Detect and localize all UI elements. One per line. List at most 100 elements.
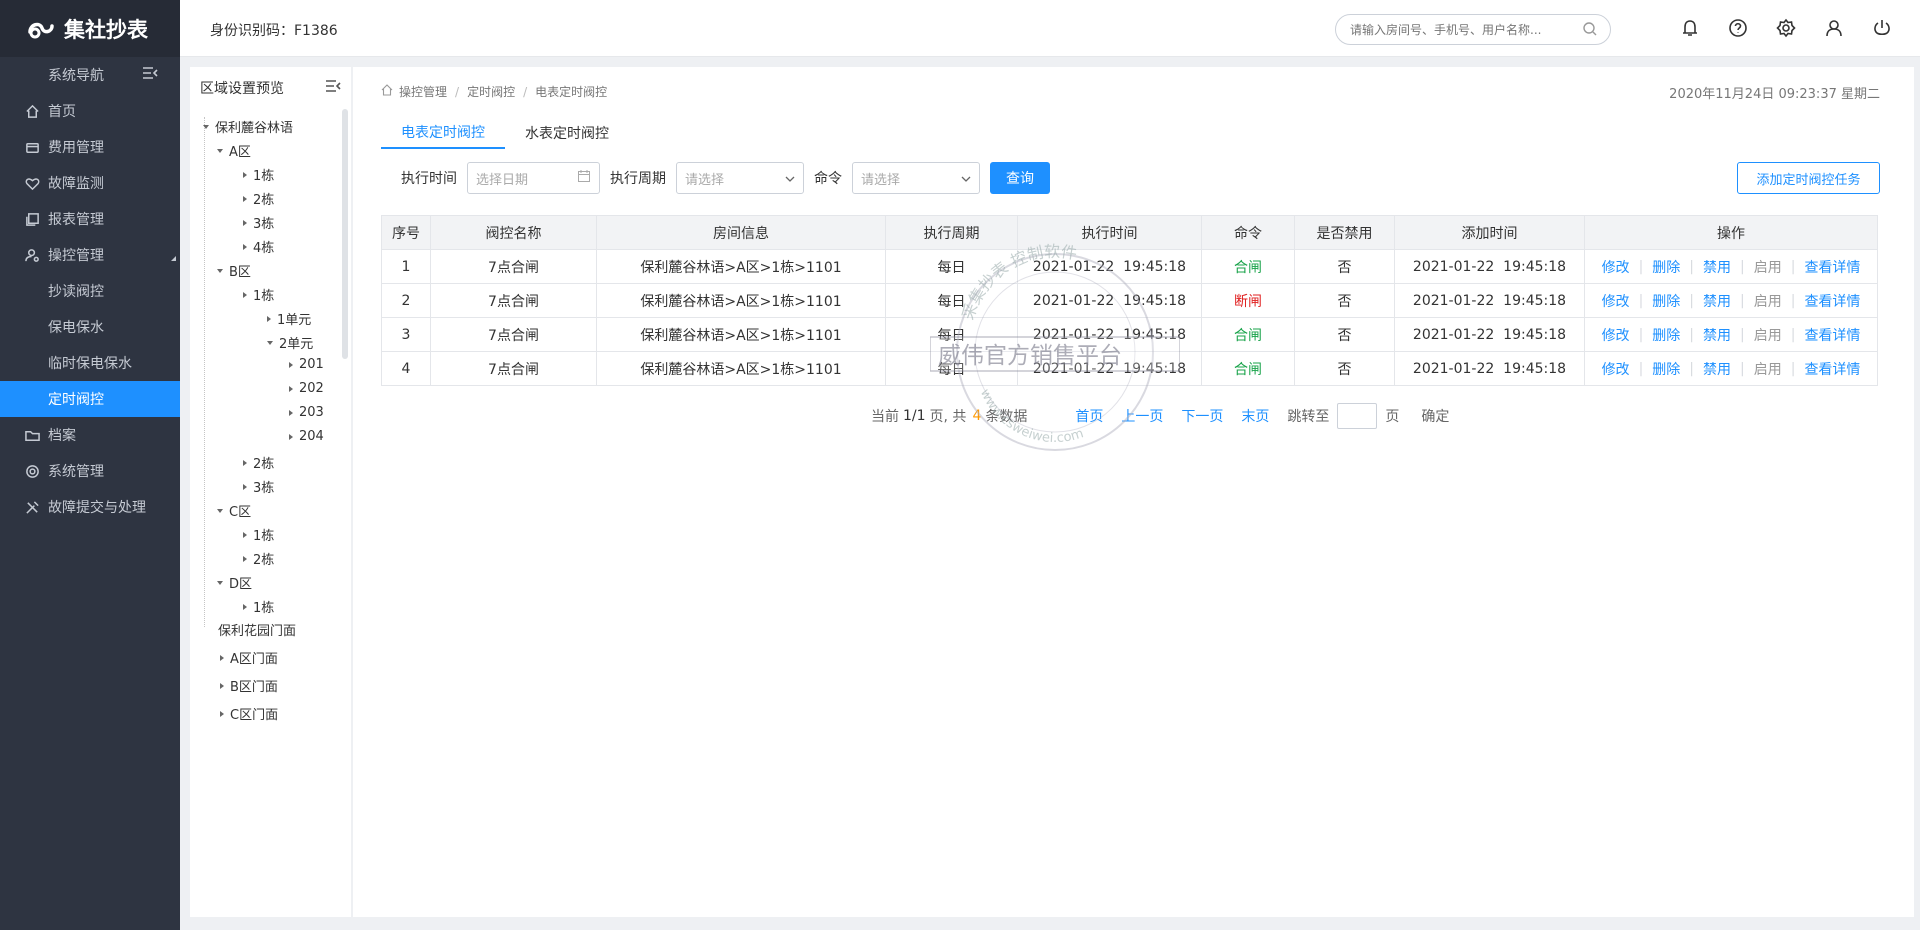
- sidebar-item-fault-submit[interactable]: 故障提交与处理: [0, 489, 180, 525]
- view-details-link[interactable]: 查看详情: [1804, 257, 1860, 277]
- tree-scrollbar[interactable]: [342, 109, 348, 359]
- sidebar-item-home[interactable]: 首页: [0, 93, 180, 129]
- last-page-link[interactable]: 末页: [1241, 406, 1269, 426]
- home-icon[interactable]: [381, 84, 393, 99]
- power-icon[interactable]: [1872, 18, 1894, 40]
- disable-link[interactable]: 禁用: [1703, 257, 1731, 277]
- tree-node[interactable]: 203: [289, 405, 324, 420]
- confirm-jump-button[interactable]: 确定: [1421, 406, 1449, 426]
- tree-node[interactable]: 202: [289, 381, 324, 396]
- tree-node-label: 2栋: [253, 457, 275, 472]
- gear-icon[interactable]: [1776, 18, 1798, 40]
- disable-link[interactable]: 禁用: [1703, 359, 1731, 379]
- cell-cycle: 每日: [885, 283, 1018, 318]
- delete-link[interactable]: 删除: [1652, 359, 1680, 379]
- sidebar-subitem-timed-valve[interactable]: 定时阀控: [0, 381, 180, 417]
- cell-command: 断闸: [1201, 283, 1295, 318]
- next-page-link[interactable]: 下一页: [1181, 406, 1223, 426]
- collapse-menu-icon[interactable]: [142, 66, 158, 84]
- tree-node[interactable]: 4栋: [243, 237, 274, 256]
- tree-node[interactable]: B区门面: [220, 676, 278, 695]
- tree-node[interactable]: 2栋: [243, 549, 274, 568]
- tree-node[interactable]: 1单元: [267, 309, 311, 328]
- table-row: 4 7点合闸 保利麓谷林语>A区>1栋>1101 每日 2021-01-22 1…: [381, 351, 1878, 386]
- command-select[interactable]: 请选择: [852, 162, 980, 194]
- tree-node[interactable]: A区门面: [220, 648, 278, 667]
- exec-time-picker[interactable]: 选择日期: [467, 162, 600, 194]
- edit-link[interactable]: 修改: [1602, 359, 1630, 379]
- pagination: 当前 1/1 页, 共 4 条数据 首页 上一页 下一页 末页 跳转至 页 确定: [871, 403, 1449, 429]
- view-details-link[interactable]: 查看详情: [1804, 325, 1860, 345]
- first-page-link[interactable]: 首页: [1075, 406, 1103, 426]
- tree-node[interactable]: 204: [289, 429, 324, 444]
- tree-node[interactable]: B区: [217, 261, 251, 280]
- sidebar-item-reports[interactable]: 报表管理: [0, 201, 180, 237]
- tree-node[interactable]: 201: [289, 357, 324, 372]
- delete-link[interactable]: 删除: [1652, 325, 1680, 345]
- sidebar-subitem-power-protect[interactable]: 保电保水: [0, 309, 180, 345]
- tree-node[interactable]: 2栋: [243, 189, 274, 208]
- tree-node[interactable]: 1栋: [243, 525, 274, 544]
- tab-electric-timed[interactable]: 电表定时阀控: [381, 117, 505, 149]
- tree-node[interactable]: C区: [217, 501, 251, 520]
- tree-node-label: 1栋: [253, 601, 275, 616]
- tab-water-timed[interactable]: 水表定时阀控: [505, 117, 629, 149]
- tree-node[interactable]: 2栋: [243, 453, 274, 472]
- sidebar-item-archive[interactable]: 档案: [0, 417, 180, 453]
- add-timed-task-button[interactable]: 添加定时阀控任务: [1737, 162, 1880, 194]
- sidebar-item-fees[interactable]: 费用管理: [0, 129, 180, 165]
- top-bar: 身份识别码：F1386: [180, 0, 1920, 57]
- brand-logo[interactable]: 集社抄表: [0, 0, 180, 57]
- delete-link[interactable]: 删除: [1652, 257, 1680, 277]
- tree-node[interactable]: 3栋: [243, 477, 274, 496]
- tree-node[interactable]: 1栋: [243, 165, 274, 184]
- tree-node[interactable]: 1栋: [243, 597, 274, 616]
- op-separator: |: [1740, 326, 1745, 343]
- sidebar-item-system[interactable]: 系统管理: [0, 453, 180, 489]
- select-placeholder: 请选择: [861, 172, 901, 188]
- tree-node[interactable]: D区: [217, 573, 252, 592]
- sidebar-subitem-read-valve[interactable]: 抄读阀控: [0, 273, 180, 309]
- exec-cycle-select[interactable]: 请选择: [676, 162, 804, 194]
- tree-node[interactable]: 保利麓谷林语: [203, 117, 293, 136]
- cell-command: 合闸: [1201, 351, 1295, 386]
- user-icon[interactable]: [1824, 18, 1846, 40]
- collapse-arrow-icon: [243, 219, 247, 226]
- edit-link[interactable]: 修改: [1602, 291, 1630, 311]
- query-button[interactable]: 查询: [990, 162, 1050, 194]
- edit-link[interactable]: 修改: [1602, 257, 1630, 277]
- prev-page-link[interactable]: 上一页: [1121, 406, 1163, 426]
- op-separator: |: [1740, 292, 1745, 309]
- sidebar-item-control[interactable]: 操控管理: [0, 237, 180, 273]
- heart-icon: [24, 175, 40, 191]
- tree-node[interactable]: 1栋: [243, 285, 274, 304]
- tree-node[interactable]: 2单元: [267, 333, 313, 352]
- breadcrumb-item[interactable]: 操控管理: [399, 83, 447, 100]
- collapse-tree-icon[interactable]: [325, 79, 341, 97]
- sidebar-item-label: 费用管理: [48, 140, 104, 156]
- delete-link[interactable]: 删除: [1652, 291, 1680, 311]
- tree-node[interactable]: A区: [217, 141, 251, 160]
- sidebar-subitem-temp-protect[interactable]: 临时保电保水: [0, 345, 180, 381]
- tree-node[interactable]: C区门面: [220, 704, 278, 723]
- search-icon[interactable]: [1582, 21, 1598, 37]
- bell-icon[interactable]: [1680, 18, 1702, 40]
- tree-node[interactable]: 保利花园门面: [218, 620, 296, 639]
- disable-link[interactable]: 禁用: [1703, 325, 1731, 345]
- edit-link[interactable]: 修改: [1602, 325, 1630, 345]
- view-details-link[interactable]: 查看详情: [1804, 291, 1860, 311]
- help-icon[interactable]: [1728, 18, 1750, 40]
- tree-node-label: 1单元: [277, 313, 312, 328]
- col-header: 命令: [1201, 215, 1295, 250]
- search-input[interactable]: [1335, 14, 1611, 45]
- cell-index: 2: [381, 283, 431, 318]
- breadcrumb-item[interactable]: 定时阀控: [467, 83, 515, 100]
- tree-node[interactable]: 3栋: [243, 213, 274, 232]
- view-details-link[interactable]: 查看详情: [1804, 359, 1860, 379]
- cell-ops: 修改 | 删除 | 禁用 | 启用 | 查看详情: [1584, 317, 1878, 352]
- pager-text: 页, 共: [929, 409, 967, 425]
- logo-icon: [26, 18, 56, 40]
- sidebar-item-fault-monitor[interactable]: 故障监测: [0, 165, 180, 201]
- jump-page-input[interactable]: [1337, 403, 1378, 429]
- disable-link[interactable]: 禁用: [1703, 291, 1731, 311]
